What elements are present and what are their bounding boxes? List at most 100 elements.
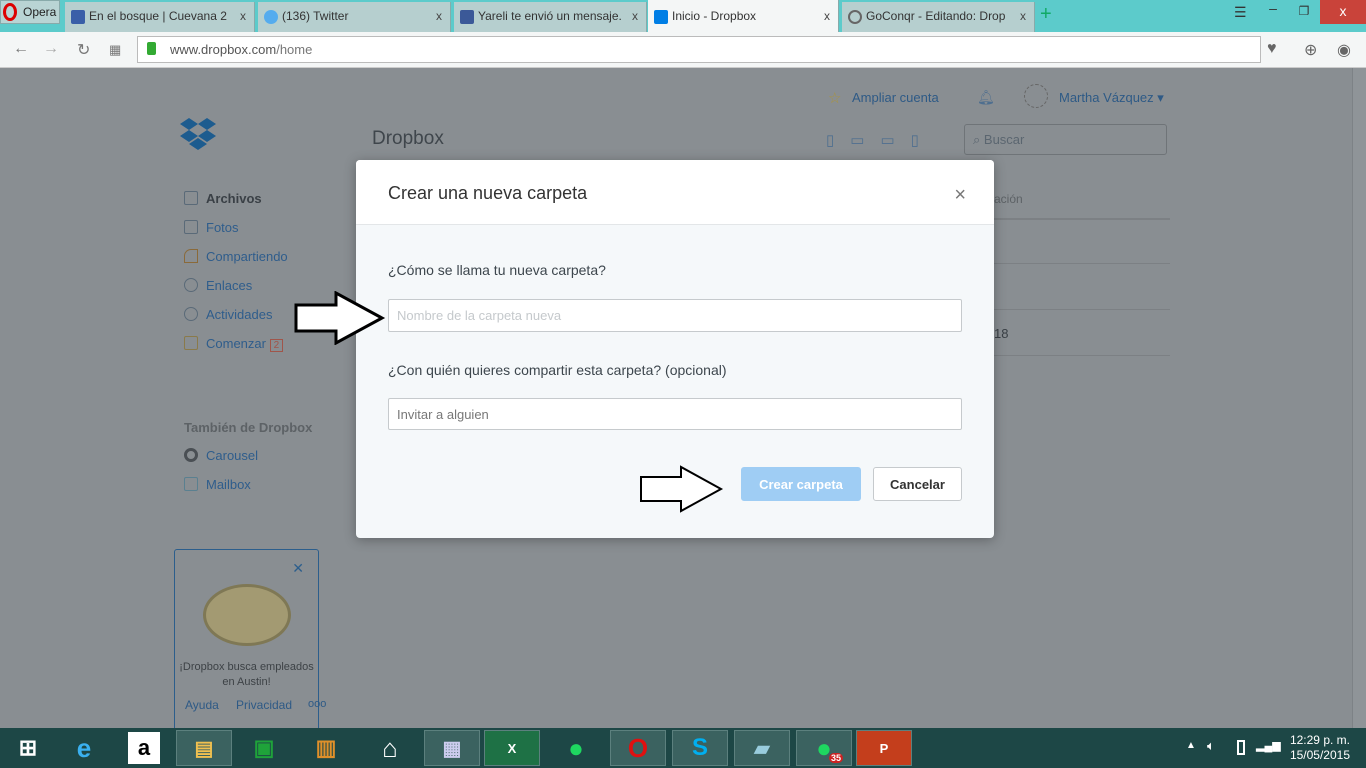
new-folder-icon[interactable]: ▭ [850, 132, 880, 149]
page-scrollbar[interactable] [1352, 68, 1366, 728]
account-icon[interactable]: ◉ [1337, 40, 1351, 60]
sidebar-item-enlaces[interactable]: Enlaces [184, 278, 252, 293]
tab-title: Yareli te envió un mensaje. [478, 9, 622, 23]
notification-badge: 35 [828, 753, 843, 763]
tab-menu-icon[interactable]: ☰ [1234, 4, 1247, 28]
url-path: /home [276, 42, 313, 57]
help-link[interactable]: Ayuda [185, 698, 219, 712]
bell-icon[interactable]: 🔔︎ [977, 89, 995, 106]
create-folder-button[interactable]: Crear carpeta [741, 467, 861, 501]
file-explorer-icon[interactable]: ▤ [176, 730, 232, 766]
sidebar-label: Compartiendo [206, 249, 288, 264]
star-icon: ☆ [828, 90, 842, 107]
sidebar-item-carousel[interactable]: Carousel [184, 448, 258, 463]
sidebar-label: Fotos [206, 220, 239, 235]
close-promo-icon[interactable]: ✕ [292, 560, 304, 577]
signal-icon[interactable]: ▂▄▆ [1256, 739, 1281, 752]
tab-twitter[interactable]: (136) Twitter x [258, 2, 451, 32]
delete-icon[interactable]: ▯ [911, 132, 935, 149]
amazon-icon[interactable]: a [128, 732, 160, 764]
page-title: Dropbox [372, 128, 444, 149]
notepad-icon[interactable]: ▰ [734, 730, 790, 766]
carousel-icon [184, 448, 198, 462]
clock[interactable]: 12:29 p. m. 15/05/2015 [1290, 733, 1350, 763]
close-tab-icon[interactable]: x [240, 9, 246, 23]
invite-input[interactable] [388, 398, 962, 430]
reload-icon[interactable]: ↻ [77, 40, 90, 60]
excel-icon[interactable]: X [484, 730, 540, 766]
skype-icon[interactable]: S [672, 730, 728, 766]
table-divider [994, 309, 1170, 310]
user-menu[interactable]: Martha Vázquez ▾ [1059, 90, 1164, 106]
restore-button[interactable]: ❐ [1293, 4, 1315, 28]
promo-text: ¡Dropbox busca empleados en Austin! [179, 661, 314, 688]
dropbox-logo-icon[interactable] [180, 118, 216, 152]
sidebar-item-fotos[interactable]: Fotos [184, 220, 239, 235]
notes-icon[interactable]: ▥ [298, 730, 354, 766]
facebook-icon [460, 10, 474, 24]
more-link[interactable]: ooo [308, 698, 326, 710]
time: 12:29 p. m. [1289, 733, 1350, 747]
store-icon[interactable]: ▣ [236, 730, 292, 766]
cancel-button[interactable]: Cancelar [873, 467, 962, 501]
texas-buckle-image [203, 584, 291, 646]
sidebar-item-mailbox[interactable]: Mailbox [184, 477, 251, 492]
forward-icon[interactable]: → [43, 40, 59, 58]
sidebar-item-comenzar[interactable]: Comenzar 2 [184, 336, 284, 352]
tab-cuevana[interactable]: En el bosque | Cuevana 2 x [65, 2, 255, 32]
close-window-button[interactable]: x [1320, 0, 1366, 24]
tab-facebook[interactable]: Yareli te envió un mensaje. x [454, 2, 647, 32]
folder-name-input[interactable] [388, 299, 962, 332]
lock-icon [147, 42, 156, 55]
table-divider [994, 263, 1170, 264]
date: 15/05/2015 [1289, 748, 1350, 762]
sidebar-item-actividades[interactable]: Actividades [184, 307, 272, 322]
new-tab-button[interactable]: + [1040, 3, 1052, 27]
sidebar-item-compartiendo[interactable]: Compartiendo [184, 249, 288, 264]
sidebar-item-archivos[interactable]: Archivos [184, 191, 262, 206]
calculator-icon[interactable]: ▦ [424, 730, 480, 766]
download-icon[interactable]: ⊕ [1304, 40, 1317, 60]
opera-menu-button[interactable]: Opera [0, 0, 60, 24]
battery-icon[interactable] [1237, 740, 1245, 755]
close-tab-icon[interactable]: x [1020, 9, 1026, 23]
sidebar-label: Archivos [206, 191, 262, 206]
sidebar-label: Mailbox [206, 477, 251, 492]
speed-dial-icon[interactable]: ▦ [109, 42, 121, 58]
browser-tab-bar: Opera En el bosque | Cuevana 2 x (136) Tw… [0, 0, 1366, 32]
powerpoint-icon[interactable]: P [856, 730, 912, 766]
spotify-running-icon[interactable]: ● 35 [796, 730, 852, 766]
close-tab-icon[interactable]: x [436, 9, 442, 23]
address-bar-area: ← → ↻ ▦ www.dropbox.com/home ♥ ⊕ ◉ [0, 32, 1366, 68]
avatar[interactable] [1024, 84, 1048, 108]
privacy-link[interactable]: Privacidad [236, 698, 292, 712]
spotify-icon[interactable]: ● [548, 730, 604, 766]
minimize-button[interactable]: – [1262, 0, 1284, 24]
volume-icon[interactable]: 🔈︎ [1207, 738, 1215, 754]
url-host: www.dropbox.com [170, 42, 277, 57]
close-tab-icon[interactable]: x [824, 9, 830, 23]
opera-taskbar-icon[interactable]: O [610, 730, 666, 766]
close-dialog-icon[interactable]: × [954, 184, 966, 207]
tab-goconqr[interactable]: GoConqr - Editando: Drop x [842, 2, 1035, 32]
shared-folder-icon[interactable]: ▭ [880, 132, 910, 149]
tab-dropbox[interactable]: Inicio - Dropbox x [648, 0, 839, 32]
folder-name-label: ¿Cómo se llama tu nueva carpeta? [388, 262, 606, 278]
upgrade-link[interactable]: Ampliar cuenta [852, 90, 939, 105]
start-windows-icon[interactable]: ⊞ [0, 730, 56, 766]
table-divider [994, 355, 1170, 356]
search-placeholder: Buscar [983, 132, 1025, 147]
url-input[interactable]: www.dropbox.com/home [137, 36, 1261, 63]
windows-taskbar: ⊞ e a ▤ ▣ ▥ ⌂ ▦ X ● O S ▰ ● 35 P ▲ 🔈︎ ▂▄▆… [0, 728, 1366, 768]
paperclip-icon [184, 278, 198, 292]
back-icon[interactable]: ← [13, 40, 29, 58]
goconqr-icon [848, 10, 862, 24]
site-icon [71, 10, 85, 24]
home-icon[interactable]: ⌂ [362, 730, 418, 766]
close-tab-icon[interactable]: x [632, 9, 638, 23]
show-hidden-icons[interactable]: ▲ [1186, 740, 1196, 751]
bookmark-heart-icon[interactable]: ♥ [1267, 40, 1277, 58]
internet-explorer-icon[interactable]: e [56, 730, 112, 766]
search-input[interactable]: ⌕ Buscar [964, 124, 1167, 155]
upload-file-icon[interactable]: ▯ [826, 132, 850, 149]
